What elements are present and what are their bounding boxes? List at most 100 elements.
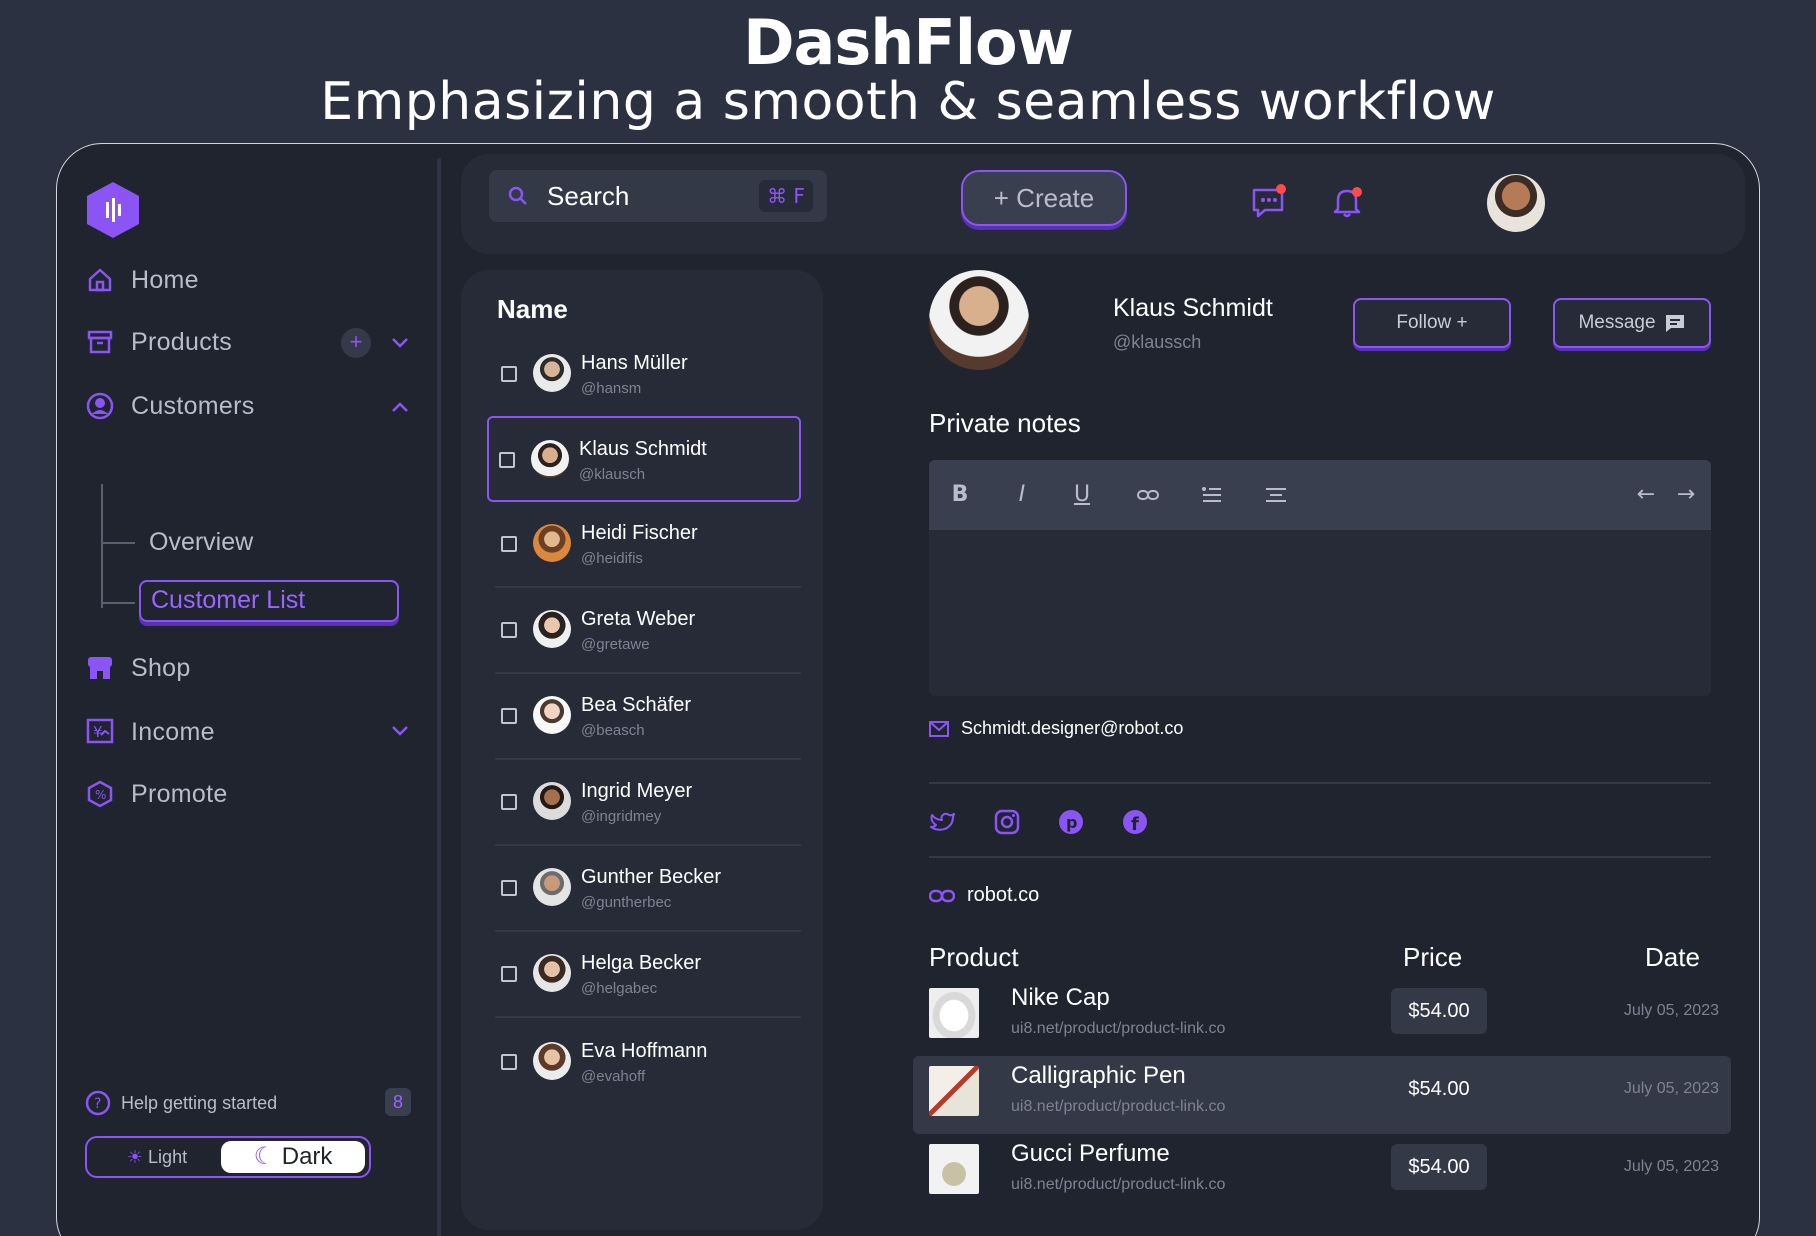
customer-website[interactable]: robot.co bbox=[929, 884, 1039, 907]
product-link[interactable]: ui8.net/product/product-link.co bbox=[1011, 1020, 1225, 1038]
customer-row[interactable]: Gunther Becker @guntherbec bbox=[491, 846, 801, 932]
sidebar-item-home[interactable]: Home bbox=[85, 260, 199, 300]
sidebar-item-promote[interactable]: % Promote bbox=[85, 774, 228, 814]
product-row[interactable]: Nike Cap ui8.net/product/product-link.co… bbox=[913, 978, 1731, 1056]
moon-icon: ☾ bbox=[253, 1143, 276, 1170]
app-logo-icon[interactable] bbox=[85, 180, 141, 240]
chat-icon[interactable] bbox=[1249, 182, 1289, 222]
website-text: robot.co bbox=[967, 884, 1040, 906]
sidebar-item-label: Income bbox=[131, 717, 215, 746]
avatar bbox=[531, 440, 569, 478]
undo-arrow-icon[interactable]: ← bbox=[1633, 482, 1659, 508]
theme-dark-option[interactable]: ☾ Dark bbox=[221, 1141, 365, 1173]
row-divider bbox=[495, 1016, 801, 1018]
product-link[interactable]: ui8.net/product/product-link.co bbox=[1011, 1098, 1225, 1116]
theme-toggle[interactable]: ☀ Light ☾ Dark bbox=[85, 1136, 371, 1178]
list-icon[interactable] bbox=[1199, 482, 1225, 508]
customer-row[interactable]: Hans Müller @hansm bbox=[491, 332, 801, 418]
follow-button[interactable]: Follow + bbox=[1353, 298, 1511, 348]
customer-avatar-large bbox=[929, 270, 1029, 370]
align-center-icon[interactable] bbox=[1263, 482, 1289, 508]
chevron-down-icon[interactable] bbox=[387, 718, 413, 744]
customer-row[interactable]: Eva Hoffmann @evahoff bbox=[491, 1020, 801, 1106]
user-avatar[interactable] bbox=[1487, 174, 1545, 232]
underline-icon[interactable]: U bbox=[1069, 482, 1095, 508]
facebook-icon[interactable]: f bbox=[1121, 808, 1149, 836]
help-link[interactable]: ? Help getting started bbox=[85, 1090, 277, 1116]
yen-chart-icon: ¥ bbox=[85, 717, 115, 747]
sidebar-item-income[interactable]: ¥ Income bbox=[85, 712, 215, 752]
notes-editor[interactable]: B I U ← → bbox=[929, 460, 1711, 696]
sidebar-item-products[interactable]: Products bbox=[85, 322, 232, 362]
chevron-down-icon[interactable] bbox=[387, 330, 413, 356]
mail-icon bbox=[929, 720, 949, 737]
archive-box-icon bbox=[85, 327, 115, 357]
sidebar-item-label: Promote bbox=[131, 779, 228, 808]
row-checkbox[interactable] bbox=[501, 880, 517, 896]
search-input[interactable]: Search ⌘ F bbox=[489, 170, 827, 222]
customer-handle: @helgabec bbox=[581, 980, 658, 997]
customer-row[interactable]: Heidi Fischer @heidifis bbox=[491, 502, 801, 588]
row-checkbox[interactable] bbox=[501, 1054, 517, 1070]
customer-row[interactable]: Greta Weber @gretawe bbox=[491, 588, 801, 674]
redo-arrow-icon[interactable]: → bbox=[1673, 482, 1699, 508]
row-checkbox[interactable] bbox=[501, 536, 517, 552]
tree-line bbox=[101, 602, 135, 604]
row-checkbox[interactable] bbox=[501, 622, 517, 638]
chevron-up-icon[interactable] bbox=[387, 394, 413, 420]
svg-text:%: % bbox=[95, 788, 106, 802]
table-header-price: Price bbox=[1403, 942, 1463, 972]
twitter-icon[interactable] bbox=[929, 808, 957, 836]
customer-row[interactable]: Helga Becker @helgabec bbox=[491, 932, 801, 1018]
customer-row-selected[interactable]: Klaus Schmidt @klausch bbox=[487, 416, 801, 502]
instagram-icon[interactable] bbox=[993, 808, 1021, 836]
add-product-button[interactable]: + bbox=[341, 328, 371, 358]
product-row[interactable]: Gucci Perfume ui8.net/product/product-li… bbox=[913, 1134, 1731, 1212]
brand-subtitle: Emphasizing a smooth & seamless workflow bbox=[320, 72, 1496, 132]
italic-icon[interactable]: I bbox=[1009, 482, 1035, 508]
product-name: Calligraphic Pen bbox=[1011, 1062, 1186, 1089]
svg-text:f: f bbox=[1131, 814, 1139, 835]
editor-toolbar: B I U ← → bbox=[929, 460, 1711, 530]
pinterest-icon[interactable]: p bbox=[1057, 808, 1085, 836]
bell-icon[interactable] bbox=[1327, 182, 1367, 222]
home-icon bbox=[85, 265, 115, 295]
sidebar: Home Products + Customers Overview Custo… bbox=[57, 144, 437, 1236]
row-checkbox[interactable] bbox=[501, 794, 517, 810]
product-link[interactable]: ui8.net/product/product-link.co bbox=[1011, 1176, 1225, 1194]
row-checkbox[interactable] bbox=[501, 366, 517, 382]
product-row-highlighted[interactable]: Calligraphic Pen ui8.net/product/product… bbox=[913, 1056, 1731, 1134]
tree-line bbox=[101, 484, 103, 608]
row-checkbox[interactable] bbox=[499, 452, 515, 468]
discount-badge-icon: % bbox=[85, 779, 115, 809]
row-checkbox[interactable] bbox=[501, 708, 517, 724]
customer-name: Gunther Becker bbox=[581, 866, 722, 888]
row-checkbox[interactable] bbox=[501, 966, 517, 982]
product-date: July 05, 2023 bbox=[1623, 1080, 1719, 1097]
email-text: Schmidt.designer@robot.co bbox=[961, 718, 1184, 738]
customer-row[interactable]: Ingrid Meyer @ingridmey bbox=[491, 760, 801, 846]
product-name: Gucci Perfume bbox=[1011, 1140, 1170, 1167]
help-circle-icon: ? bbox=[85, 1090, 111, 1116]
product-thumbnail bbox=[929, 1144, 979, 1194]
customer-handle: @ingridmey bbox=[581, 808, 662, 825]
sidebar-item-customers[interactable]: Customers bbox=[85, 386, 255, 426]
theme-light-option[interactable]: ☀ Light bbox=[87, 1147, 227, 1168]
link-icon[interactable] bbox=[1135, 482, 1161, 508]
create-button[interactable]: + Create bbox=[961, 170, 1127, 226]
customer-handle: @guntherbec bbox=[581, 894, 672, 911]
customer-name: Heidi Fischer bbox=[581, 522, 698, 544]
customer-name: Helga Becker bbox=[581, 952, 702, 974]
customer-email[interactable]: Schmidt.designer@robot.co bbox=[929, 718, 1183, 739]
product-price: $54.00 bbox=[1391, 988, 1487, 1034]
sidebar-subitem-customer-list[interactable]: Customer List bbox=[139, 580, 399, 622]
avatar bbox=[533, 954, 571, 992]
sidebar-subitem-overview[interactable]: Overview bbox=[149, 528, 253, 557]
product-thumbnail bbox=[929, 988, 979, 1038]
customer-handle: @heidifis bbox=[581, 550, 643, 567]
sidebar-item-shop[interactable]: Shop bbox=[85, 648, 191, 688]
message-button[interactable]: Message bbox=[1553, 298, 1711, 348]
bold-icon[interactable]: B bbox=[947, 482, 973, 508]
customer-row[interactable]: Bea Schäfer @beasch bbox=[491, 674, 801, 760]
avatar bbox=[533, 610, 571, 648]
